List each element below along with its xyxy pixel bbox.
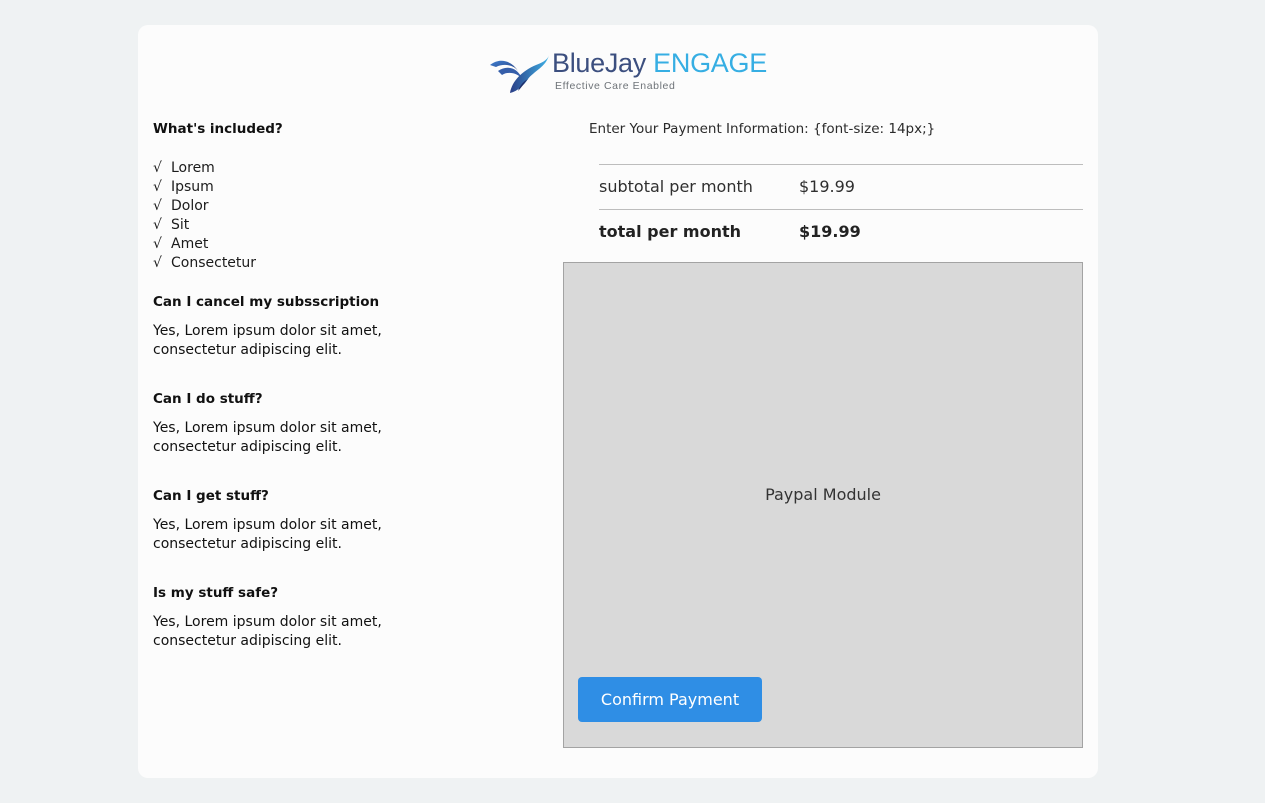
check-icon: √	[153, 198, 162, 214]
check-icon: √	[153, 179, 162, 195]
brand-name: BlueJay ENGAGE	[552, 48, 767, 78]
total-value: $19.99	[799, 222, 861, 241]
payment-card: BlueJay ENGAGE Effective Care Enabled Wh…	[138, 25, 1098, 778]
faq-answer: Yes, Lorem ipsum dolor sit amet, consect…	[153, 614, 382, 649]
subtotal-row: subtotal per month $19.99	[599, 164, 1083, 209]
list-item: √ Amet	[153, 236, 209, 252]
payment-info-label: Enter Your Payment Information: {font-si…	[589, 121, 936, 137]
order-summary: subtotal per month $19.99 total per mont…	[599, 164, 1083, 254]
list-item: √ Ipsum	[153, 179, 214, 195]
faq-question: Can I get stuff?	[153, 488, 269, 504]
check-icon: √	[153, 160, 162, 176]
bird-icon	[490, 55, 549, 93]
paypal-module[interactable]: Paypal Module Confirm Payment	[563, 262, 1083, 748]
brand-tagline: Effective Care Enabled	[555, 80, 676, 92]
check-icon: √	[153, 255, 162, 271]
faq-question: Can I do stuff?	[153, 391, 263, 407]
check-icon: √	[153, 217, 162, 233]
list-item: √ Lorem	[153, 160, 215, 176]
paypal-module-label: Paypal Module	[765, 485, 881, 504]
subtotal-value: $19.99	[799, 177, 855, 196]
check-icon: √	[153, 236, 162, 252]
subtotal-label: subtotal per month	[599, 177, 753, 196]
bluejay-logo: BlueJay ENGAGE Effective Care Enabled	[488, 48, 767, 95]
faq-question: Can I cancel my subsscription	[153, 294, 380, 310]
feature-list: √ Lorem √ Ipsum √ Dolor √ Sit √ Amet √ Consect…	[153, 159, 256, 273]
list-item: √ Consectetur	[153, 255, 257, 271]
faq-question: Is my stuff safe?	[153, 585, 279, 601]
faq-answer: Yes, Lorem ipsum dolor sit amet, consect…	[153, 323, 382, 358]
confirm-payment-button[interactable]: Confirm Payment	[578, 677, 762, 722]
total-label: total per month	[599, 222, 741, 241]
included-heading: What's included?	[153, 121, 283, 137]
list-item: √ Sit	[153, 217, 190, 233]
faq-answer: Yes, Lorem ipsum dolor sit amet, consect…	[153, 517, 382, 552]
total-row: total per month $19.99	[599, 209, 1083, 254]
list-item: √ Dolor	[153, 198, 209, 214]
faq-answer: Yes, Lorem ipsum dolor sit amet, consect…	[153, 420, 382, 455]
